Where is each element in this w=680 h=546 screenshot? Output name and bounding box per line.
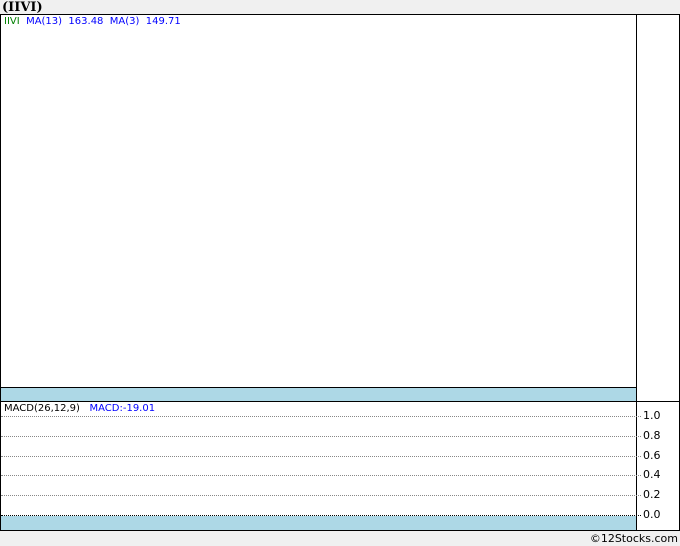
macd-gridline	[1, 416, 641, 417]
macd-gridline	[1, 435, 641, 437]
macd-y-tick-label: 0.6	[643, 448, 661, 462]
macd-panel-band	[1, 516, 636, 530]
macd-axis-divider	[636, 401, 637, 530]
macd-gridline	[1, 495, 641, 497]
macd-legend: MACD(26,12,9) MACD:-19.01	[4, 403, 155, 414]
macd-y-tick-label: 0.0	[643, 508, 661, 521]
macd-label: MACD(26,12,9)	[4, 403, 80, 414]
ma3-label: MA(3)	[109, 16, 140, 27]
panel-separator	[0, 401, 680, 402]
macd-gridline	[1, 455, 641, 457]
macd-gridline	[1, 475, 641, 477]
ma3-value: 149.71	[145, 16, 181, 27]
price-axis-divider	[636, 14, 637, 402]
macd-y-tick-label: 0.4	[643, 468, 661, 482]
macd-value: MACD:-19.01	[89, 403, 156, 414]
symbol-label: IIVI	[4, 16, 20, 27]
copyright: ©12Stocks.com	[589, 532, 678, 545]
chart-title: (IIVI)	[2, 0, 43, 15]
macd-y-tick-label: 0.2	[643, 488, 661, 502]
price-band-top-line	[0, 387, 637, 388]
price-legend: IIVI MA(13) 163.48 MA(3) 149.71	[4, 16, 181, 27]
macd-y-tick-label: 1.0	[643, 409, 661, 422]
price-panel-band	[1, 388, 636, 401]
ma13-value: 163.48	[68, 16, 104, 27]
macd-y-tick-label: 0.8	[643, 428, 661, 442]
chart-frame	[0, 14, 680, 531]
ma13-label: MA(13)	[26, 16, 63, 27]
